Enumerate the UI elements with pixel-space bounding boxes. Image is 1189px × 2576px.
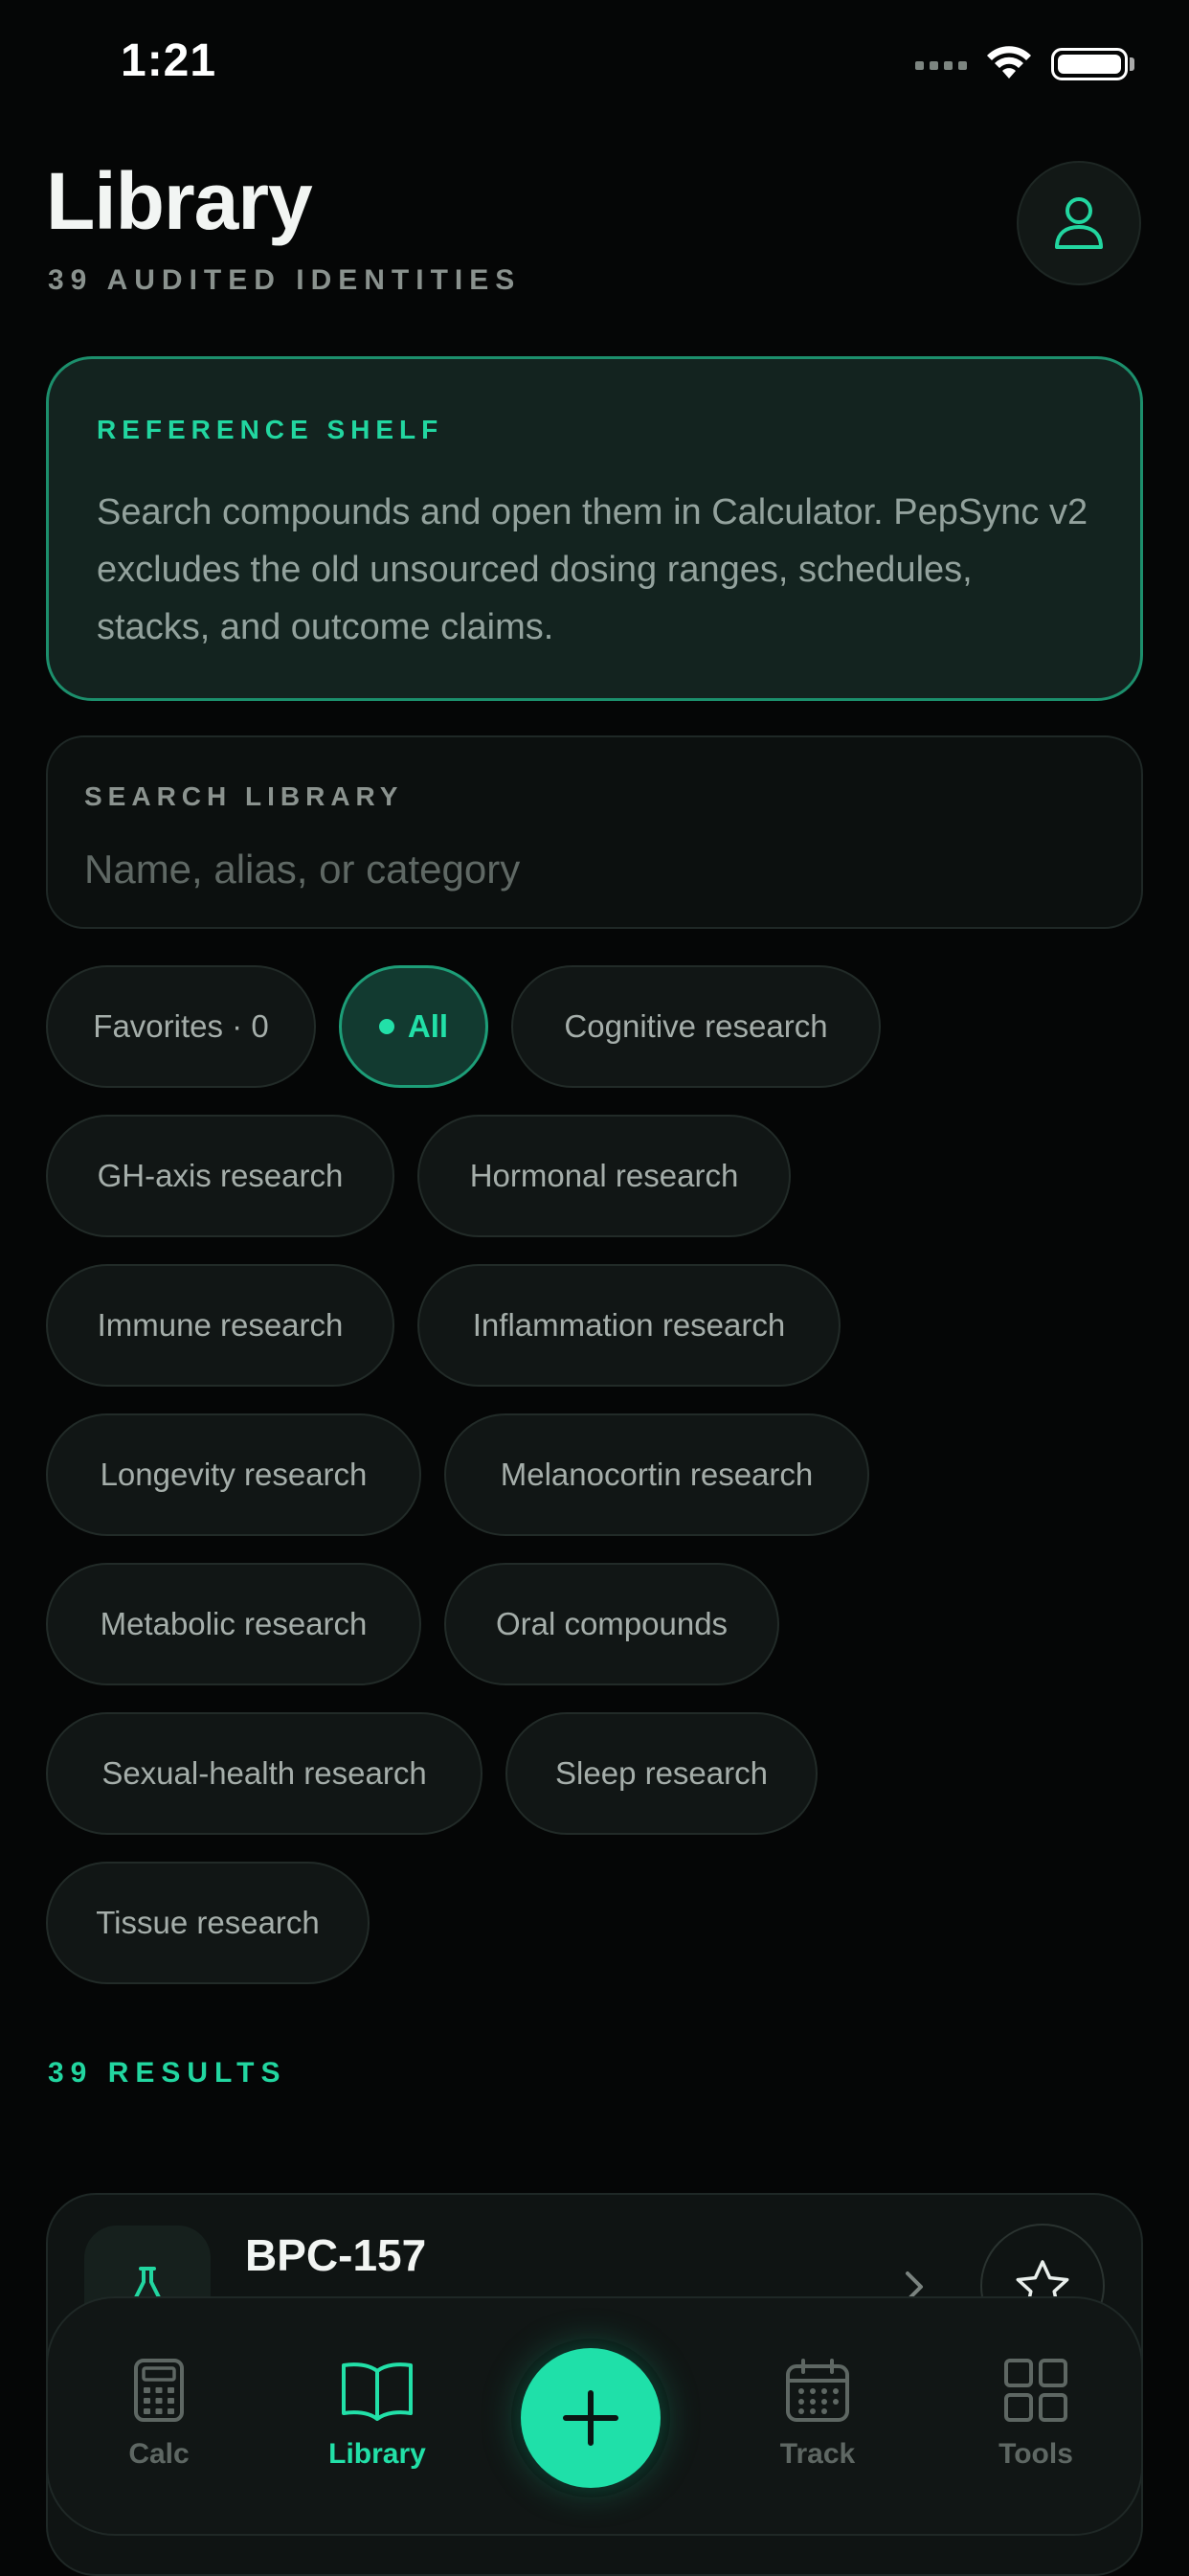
tab-label: Calc [128, 2438, 190, 2470]
calendar-icon [779, 2352, 856, 2429]
tab-library[interactable]: Library [291, 2352, 463, 2496]
selected-dot-icon [378, 1019, 394, 1034]
cellular-signal-icon [915, 61, 969, 73]
status-time: 1:21 [121, 35, 217, 86]
grid-icon [998, 2352, 1074, 2429]
search-input[interactable] [84, 843, 1099, 896]
chip-gh-axis-research[interactable]: GH-axis research [46, 1115, 394, 1237]
chip-label: Oral compounds [495, 1606, 729, 1641]
chip-label: All [407, 1008, 449, 1044]
tab-label: Library [328, 2438, 426, 2470]
chip-label: Sexual-health research [101, 1755, 427, 1791]
page-subtitle: 39 AUDITED IDENTITIES [48, 264, 522, 296]
results-count: 39 RESULTS [48, 2057, 287, 2089]
reference-shelf-body: Search compounds and open them in Calcul… [97, 492, 1088, 647]
calculator-icon [121, 2352, 197, 2429]
chip-label: Favorites · 0 [93, 1008, 269, 1044]
tab-label: Track [779, 2438, 856, 2470]
chip-sexual-health-research[interactable]: Sexual-health research [46, 1712, 482, 1835]
result-name: BPC-157 [245, 2230, 427, 2280]
chip-melanocortin-research[interactable]: Melanocortin research [444, 1413, 869, 1536]
chip-label: Immune research [97, 1307, 344, 1343]
chip-label: Hormonal research [469, 1158, 739, 1193]
chip-longevity-research[interactable]: Longevity research [46, 1413, 421, 1536]
chip-inflammation-research[interactable]: Inflammation research [417, 1264, 841, 1387]
chip-sleep-research[interactable]: Sleep research [505, 1712, 818, 1835]
battery-nub [1130, 57, 1134, 71]
chip-favorites[interactable]: Favorites · 0 [46, 965, 316, 1088]
battery-icon [1051, 48, 1128, 80]
chip-oral-compounds[interactable]: Oral compounds [444, 1563, 779, 1685]
tab-tools[interactable]: Tools [950, 2352, 1122, 2496]
search-box[interactable]: SEARCH LIBRARY [46, 735, 1143, 929]
tab-calc[interactable]: Calc [73, 2352, 245, 2496]
page-title: Library [46, 156, 313, 246]
tab-track[interactable]: Track [731, 2352, 904, 2496]
chip-label: Longevity research [100, 1457, 368, 1492]
plus-icon [563, 2390, 618, 2446]
chip-immune-research[interactable]: Immune research [46, 1264, 394, 1387]
chip-cognitive-research[interactable]: Cognitive research [511, 965, 881, 1088]
book-icon [339, 2352, 415, 2429]
profile-button[interactable] [1017, 161, 1141, 285]
chip-metabolic-research[interactable]: Metabolic research [46, 1563, 421, 1685]
reference-shelf-card: REFERENCE SHELF Search compounds and ope… [46, 356, 1143, 701]
chip-hormonal-research[interactable]: Hormonal research [417, 1115, 791, 1237]
bottom-tab-bar: Calc Library Track Tools [46, 2296, 1143, 2536]
chip-label: Cognitive research [564, 1008, 828, 1044]
wifi-icon [987, 46, 1031, 79]
person-icon [1055, 197, 1103, 249]
tab-label: Tools [998, 2438, 1073, 2470]
chip-tissue-research[interactable]: Tissue research [46, 1862, 370, 1984]
add-button[interactable] [521, 2348, 661, 2488]
search-label: SEARCH LIBRARY [84, 781, 404, 811]
chip-label: Melanocortin research [500, 1457, 814, 1492]
chip-label: Sleep research [555, 1755, 768, 1791]
reference-shelf-heading: REFERENCE SHELF [97, 415, 444, 444]
chip-label: GH-axis research [97, 1158, 344, 1193]
chip-all[interactable]: All [339, 965, 488, 1088]
chip-label: Tissue research [96, 1905, 320, 1940]
chip-label: Metabolic research [100, 1606, 368, 1641]
chip-label: Inflammation research [472, 1307, 786, 1343]
